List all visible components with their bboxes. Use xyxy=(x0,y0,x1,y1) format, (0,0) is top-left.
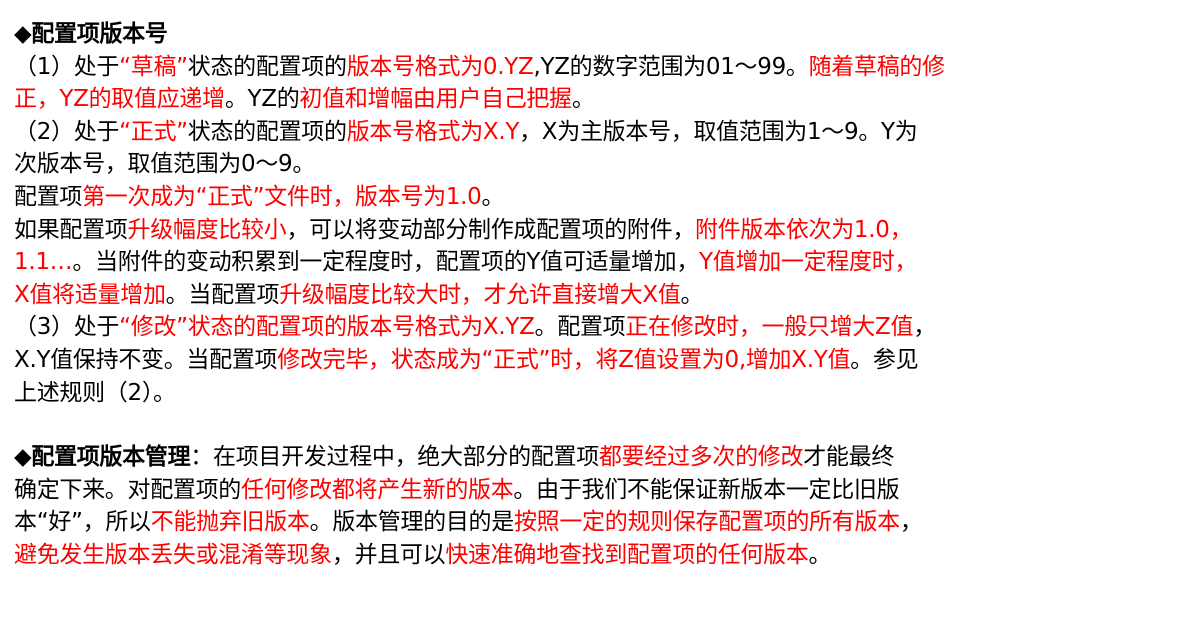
rule-2a-line: 配置项第一次成为“正式”文件时，版本号为1.0。 xyxy=(14,181,1174,214)
diamond-bullet-icon: ◆ xyxy=(14,444,32,471)
rule-3-line-3: 上述规则（2）。 xyxy=(14,377,1174,410)
text-span: ，X为主版本号，取值范围为1～9。Y为 xyxy=(519,118,918,145)
text-span: 配置项 xyxy=(14,183,83,210)
text-span: 如果配置项 xyxy=(14,216,128,243)
highlight-span: 都要经过多次的修改 xyxy=(598,444,804,471)
highlight-span: 初值和增幅由用户自己把握 xyxy=(299,86,572,113)
section-2-line-2: 确定下来。对配置项的任何修改都将产生新的版本。由于我们不能保证新版本一定比旧版 xyxy=(14,474,1174,507)
rule-3-line-1: （3）处于“修改”状态的配置项的版本号格式为X.YZ。配置项正在修改时，一般只增… xyxy=(14,311,1174,344)
diamond-bullet-icon: ◆ xyxy=(14,21,32,47)
highlight-span: 修改完毕，状态成为“正式”时，将Z值设置为0,增加X.Y值 xyxy=(277,346,851,373)
highlight-span: 附件版本依次为1.0， xyxy=(695,216,913,243)
highlight-span: 正在修改时，一般只增大Z值 xyxy=(625,314,914,341)
rule-2-line-2: 次版本号，取值范围为0～9。 xyxy=(14,148,1174,181)
text-span: 。配置项 xyxy=(534,314,626,341)
section-2-line-4: 避免发生版本丢失或混淆等现象，并且可以快速准确地查找到配置项的任何版本。 xyxy=(14,539,1174,572)
highlight-span: X值将适量增加 xyxy=(14,281,166,308)
highlight-span: 升级幅度比较小 xyxy=(127,216,287,243)
highlight-span: Y值增加一定程度时， xyxy=(699,249,918,276)
text-span: ， xyxy=(899,509,923,536)
text-span: （3）处于 xyxy=(14,314,120,341)
rule-2-line-1: （2）处于“正式”状态的配置项的版本号格式为X.Y，X为主版本号，取值范围为1～… xyxy=(14,116,1174,149)
text-span: 。 xyxy=(481,183,505,210)
highlight-span: 随着草稿的修 xyxy=(808,53,946,80)
text-span: 状态的配置项的 xyxy=(187,53,347,80)
text-span: 。当配置项 xyxy=(165,281,280,308)
rule-1-line-2: 正，YZ的取值应递增。YZ的初值和增幅由用户自己把握。 xyxy=(14,83,1174,116)
text-span: ：在项目开发过程中，绝大部分的配置项 xyxy=(190,444,599,471)
highlight-span: “草稿” xyxy=(119,53,188,80)
text-span: 确定下来。对配置项的 xyxy=(14,476,242,503)
highlight-span: “正式” xyxy=(119,118,188,145)
text-span: 本“好”，所以 xyxy=(14,509,151,536)
rule-1-line-1: （1）处于“草稿”状态的配置项的版本号格式为0.YZ,YZ的数字范围为01～99… xyxy=(14,51,1174,84)
text-span: 。 xyxy=(680,281,704,308)
text-span: ，可以将变动部分制作成配置项的附件， xyxy=(286,216,696,243)
text-span: ,YZ的数字范围为01～99。 xyxy=(533,53,809,80)
highlight-span: 1.1… xyxy=(14,249,73,276)
section-2-line-1: ◆配置项版本管理：在项目开发过程中，绝大部分的配置项都要经过多次的修改才能最终 xyxy=(14,441,1174,474)
text-span: 。 xyxy=(808,541,832,568)
highlight-span: 按照一定的规则保存配置项的所有版本 xyxy=(513,509,900,536)
highlight-span: 任何修改都将产生新的版本 xyxy=(241,476,514,503)
document-body: ◆配置项版本号 （1）处于“草稿”状态的配置项的版本号格式为0.YZ,YZ的数字… xyxy=(14,18,1174,572)
section-heading-version-number: ◆配置项版本号 xyxy=(14,18,1174,51)
highlight-span: 正，YZ的取值应递增 xyxy=(14,86,225,113)
highlight-span: 版本号格式为X.Y xyxy=(346,118,520,145)
rule-3-line-2: X.Y值保持不变。当配置项修改完毕，状态成为“正式”时，将Z值设置为0,增加X.… xyxy=(14,344,1174,377)
highlight-span: 升级幅度比较大时，才允许直接增大X值 xyxy=(279,281,681,308)
text-span: 。YZ的 xyxy=(224,86,300,113)
text-span: ， xyxy=(913,314,936,341)
text-span: 。版本管理的目的是 xyxy=(309,509,515,536)
text-span: 。参见 xyxy=(850,346,919,373)
section-title: 配置项版本管理 xyxy=(31,444,191,471)
highlight-span: “修改”状态的配置项的版本号格式为X.YZ xyxy=(119,314,535,341)
text-span: 次版本号，取值范围为0～9。 xyxy=(14,151,316,178)
text-span: ，并且可以 xyxy=(331,541,446,568)
text-span: 。由于我们不能保证新版本一定比旧版 xyxy=(513,476,900,503)
highlight-span: 版本号格式为0.YZ xyxy=(346,53,534,80)
section-2-line-3: 本“好”，所以不能抛弃旧版本。版本管理的目的是按照一定的规则保存配置项的所有版本… xyxy=(14,506,1174,539)
text-span: X.Y值保持不变。当配置项 xyxy=(14,346,278,373)
highlight-span: 避免发生版本丢失或混淆等现象 xyxy=(14,541,332,568)
section-title: 配置项版本号 xyxy=(31,21,168,47)
text-span: 。当附件的变动积累到一定程度时，配置项的Y值可适量增加， xyxy=(72,249,700,276)
rule-2b-line-2: 1.1…。当附件的变动积累到一定程度时，配置项的Y值可适量增加，Y值增加一定程度… xyxy=(14,246,1174,279)
text-span: 上述规则（2）。 xyxy=(14,379,176,406)
text-span: （2）处于 xyxy=(14,118,120,145)
highlight-span: 不能抛弃旧版本 xyxy=(150,509,310,536)
text-span: 。 xyxy=(571,86,595,113)
rule-2b-line-3: X值将适量增加。当配置项升级幅度比较大时，才允许直接增大X值。 xyxy=(14,279,1174,312)
text-span: 状态的配置项的 xyxy=(187,118,347,145)
rule-2b-line-1: 如果配置项升级幅度比较小，可以将变动部分制作成配置项的附件，附件版本依次为1.0… xyxy=(14,214,1174,247)
highlight-span: 第一次成为“正式”文件时，版本号为1.0 xyxy=(82,183,482,210)
text-span: （1）处于 xyxy=(14,53,120,80)
highlight-span: 快速准确地查找到配置项的任何版本 xyxy=(445,541,809,568)
text-span: 才能最终 xyxy=(803,444,895,471)
